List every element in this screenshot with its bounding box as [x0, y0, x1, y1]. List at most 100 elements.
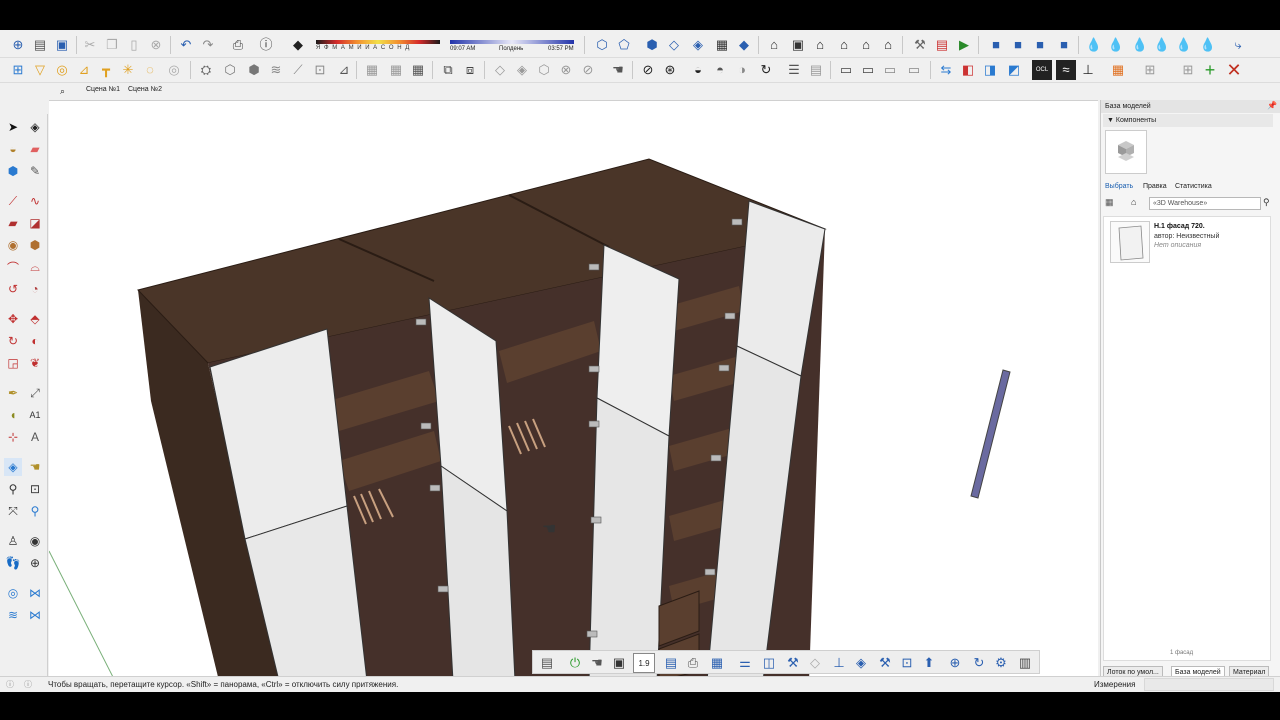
box-icon[interactable]: ⬡: [220, 60, 240, 80]
pie-icon[interactable]: ◔: [26, 280, 44, 298]
sandbox-icon[interactable]: ⊘: [638, 60, 658, 80]
tab-edit[interactable]: Правка: [1143, 183, 1167, 190]
solid-tool-icon[interactable]: ◈: [512, 60, 532, 80]
panel-icon[interactable]: ◫: [759, 653, 779, 673]
list-icon[interactable]: ▤: [661, 653, 681, 673]
style-blue-1-icon[interactable]: ■: [986, 35, 1006, 55]
push-pull-icon[interactable]: ⬘: [26, 310, 44, 328]
axes-icon[interactable]: ⊹: [4, 428, 22, 446]
window2-icon[interactable]: ▭: [858, 60, 878, 80]
drill-icon[interactable]: ⚒: [783, 653, 803, 673]
box2-icon[interactable]: ⬢: [244, 60, 264, 80]
counter-display[interactable]: 1.9: [633, 653, 655, 673]
smoove-icon[interactable]: ◒: [688, 60, 708, 80]
wardrobe-model[interactable]: ☚: [49, 101, 1098, 680]
search-input[interactable]: «3D Warehouse»: [1149, 197, 1261, 210]
tee-icon[interactable]: ┳: [96, 60, 116, 80]
top-view-icon[interactable]: ▣: [788, 35, 808, 55]
orbit-active-icon[interactable]: ◈: [4, 458, 22, 476]
components-header[interactable]: ▼ Компоненты: [1103, 114, 1273, 127]
dimension-icon[interactable]: ⤢: [26, 384, 44, 402]
sandbox-scratch-icon[interactable]: ⋈: [26, 584, 44, 602]
zoom-in-icon[interactable]: ⊕: [945, 653, 965, 673]
follow-me-icon[interactable]: ◐: [26, 332, 44, 350]
walk-icon[interactable]: 👣: [4, 554, 22, 572]
month-slider[interactable]: [316, 40, 440, 44]
position-camera-icon[interactable]: ♙: [4, 532, 22, 550]
window3-icon[interactable]: ▭: [880, 60, 900, 80]
result-name[interactable]: Н.1 фасад 720.: [1154, 223, 1205, 230]
time-slider[interactable]: [450, 40, 574, 44]
blue-box2-icon[interactable]: ◩: [1004, 60, 1024, 80]
select-icon[interactable]: ➤: [4, 118, 22, 136]
axis-icon[interactable]: ⊥: [1078, 60, 1098, 80]
redo-icon[interactable]: ↷: [198, 35, 218, 55]
solid-tool-icon[interactable]: ⊘: [578, 60, 598, 80]
play-icon[interactable]: ▶: [954, 35, 974, 55]
polygon-icon[interactable]: ⬢: [26, 236, 44, 254]
tool2-icon[interactable]: ◈: [851, 653, 871, 673]
line-icon[interactable]: ⟋: [4, 192, 22, 210]
shadow-settings[interactable]: Я Ф М А М И И А С О Н Д 09:07 AM Полдень…: [312, 38, 577, 58]
book-icon[interactable]: ▥: [1015, 653, 1035, 673]
layers-icon[interactable]: ▤: [537, 653, 557, 673]
sandbox2-icon[interactable]: ⊛: [660, 60, 680, 80]
funnel-icon[interactable]: ▽: [30, 60, 50, 80]
settings-icon[interactable]: ⚙: [991, 653, 1011, 673]
pan-icon[interactable]: ☚: [26, 458, 44, 476]
erase-icon[interactable]: ⊗: [146, 35, 166, 55]
camera-icon[interactable]: ⎙: [683, 653, 703, 673]
sliders-icon[interactable]: ⚌: [735, 653, 755, 673]
open-folder-icon[interactable]: ▤: [30, 35, 50, 55]
bulb-icon[interactable]: ◌: [140, 60, 160, 80]
paint-icon[interactable]: ◒: [4, 140, 22, 158]
tool-icon[interactable]: ⊥: [829, 653, 849, 673]
left-view-icon[interactable]: ⌂: [878, 35, 898, 55]
edit-icon[interactable]: ⊿: [334, 60, 354, 80]
drop-icon[interactable]: 💧: [1152, 35, 1172, 55]
component-select-icon[interactable]: ⬢: [4, 162, 22, 180]
pencil-icon[interactable]: ✎: [26, 162, 44, 180]
back-edges-icon[interactable]: ⬠: [614, 35, 634, 55]
tab-select[interactable]: Выбрать: [1105, 183, 1133, 190]
table-icon[interactable]: ⊞: [1140, 60, 1160, 80]
textured-icon[interactable]: ▦: [712, 35, 732, 55]
solid-tool-icon[interactable]: ⬡: [534, 60, 554, 80]
refresh-icon[interactable]: ↻: [969, 653, 989, 673]
undo-icon[interactable]: ↶: [176, 35, 196, 55]
power-icon[interactable]: ⏻: [565, 653, 585, 673]
arc-icon[interactable]: ⌒: [4, 258, 22, 276]
hand-icon[interactable]: ☚: [608, 60, 628, 80]
report-icon[interactable]: ▤: [932, 35, 952, 55]
disabled-icon[interactable]: ◎: [164, 60, 184, 80]
blue-box-icon[interactable]: ◨: [980, 60, 1000, 80]
solid-tool-icon[interactable]: ⊗: [556, 60, 576, 80]
view-options-icon[interactable]: ▦: [1105, 197, 1114, 208]
style-blue-3-icon[interactable]: ■: [1030, 35, 1050, 55]
arrows-icon[interactable]: ⇆: [936, 60, 956, 80]
section-plane-icon[interactable]: ⊕: [26, 554, 44, 572]
window-icon[interactable]: ▭: [836, 60, 856, 80]
style-blue-2-icon[interactable]: ■: [1008, 35, 1028, 55]
window4-icon[interactable]: ▭: [904, 60, 924, 80]
drop-icon[interactable]: 💧: [1198, 35, 1218, 55]
freehand-icon[interactable]: ∿: [26, 192, 44, 210]
front-view-icon[interactable]: ⌂: [810, 35, 830, 55]
curve-icon[interactable]: ≈: [1056, 60, 1076, 80]
paste-icon[interactable]: ▯: [124, 35, 144, 55]
sandbox-smoove-icon[interactable]: ≋: [4, 606, 22, 624]
shaded-icon[interactable]: ◈: [688, 35, 708, 55]
grid3-icon[interactable]: ▦: [386, 60, 406, 80]
zoom-extents-icon[interactable]: ⤧: [4, 502, 22, 520]
wireframe-icon[interactable]: ⬢: [642, 35, 662, 55]
3d-text-icon[interactable]: A: [26, 428, 44, 446]
calculator-icon[interactable]: ▦: [707, 653, 727, 673]
tab-scene-2[interactable]: Сцена №2: [128, 86, 162, 93]
text-icon[interactable]: A1: [26, 406, 44, 424]
monitor-icon[interactable]: ▣: [609, 653, 629, 673]
previous-icon[interactable]: ⚲: [26, 502, 44, 520]
group-icon[interactable]: ⧉: [438, 60, 458, 80]
rectangle-icon[interactable]: ▰: [4, 214, 22, 232]
arc3-icon[interactable]: ↺: [4, 280, 22, 298]
monochrome-icon[interactable]: ◆: [734, 35, 754, 55]
